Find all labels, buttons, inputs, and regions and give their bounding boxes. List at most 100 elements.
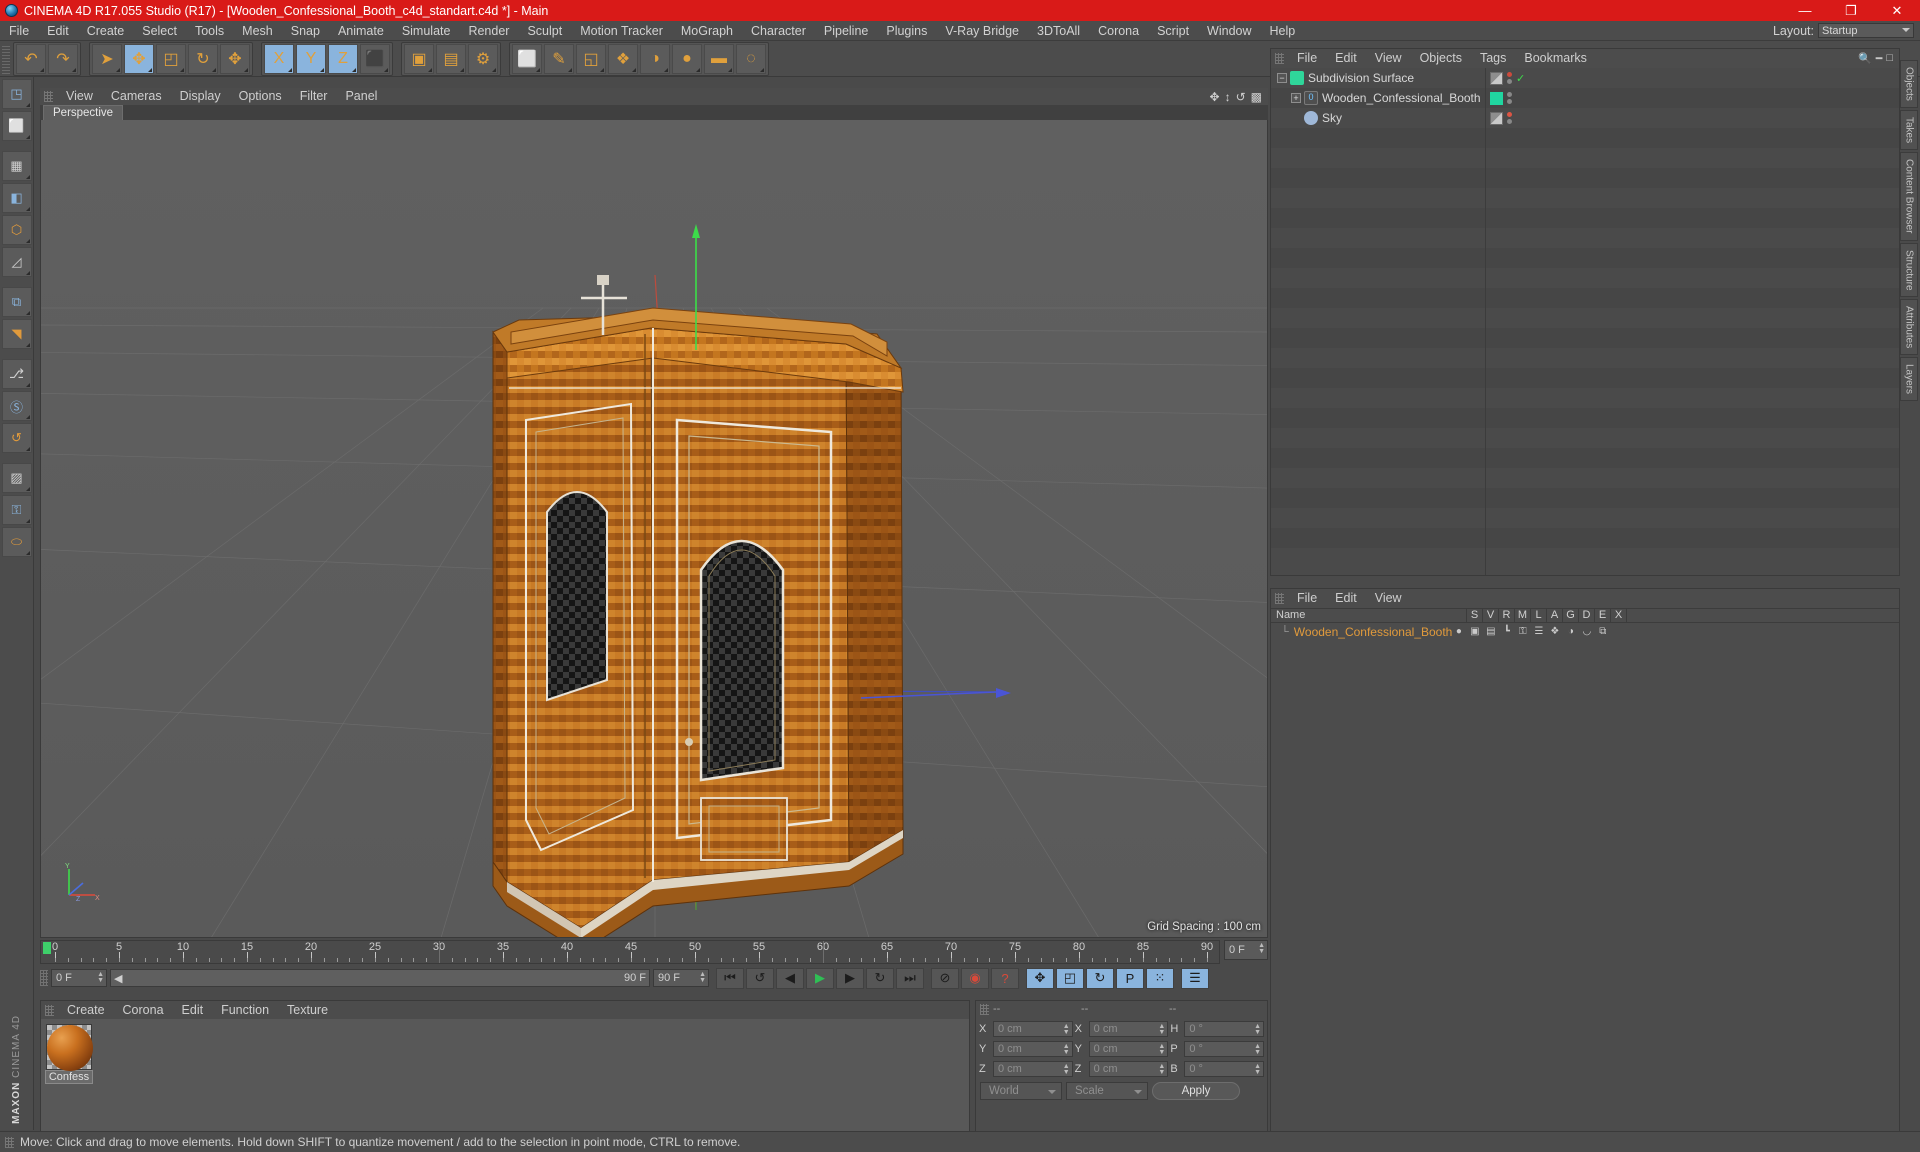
- layout-dropdown[interactable]: Startup: [1818, 23, 1914, 38]
- visibility-render-dot[interactable]: [1507, 119, 1512, 124]
- render-settings-button[interactable]: ⚙: [468, 43, 498, 74]
- edge-tab-layers[interactable]: Layers: [1900, 357, 1918, 402]
- coordinate-system-dropdown[interactable]: World: [980, 1082, 1062, 1100]
- keyframe-selection-button[interactable]: ?: [991, 967, 1019, 989]
- viewport-menu-display[interactable]: Display: [171, 88, 230, 105]
- solo-icon[interactable]: ●: [1452, 625, 1465, 638]
- spinner-icon[interactable]: ▲ ▼: [97, 971, 104, 984]
- animation-icon[interactable]: ☰: [1532, 625, 1545, 638]
- material-list[interactable]: Confess: [41, 1019, 969, 1131]
- visibility-editor-dot[interactable]: [1507, 112, 1512, 117]
- object-axis-mode-button[interactable]: ⧉: [1, 287, 32, 317]
- spinner-icon[interactable]: ▲ ▼: [699, 971, 706, 984]
- layer-menu-file[interactable]: File: [1288, 590, 1326, 607]
- object-menu-objects[interactable]: Objects: [1411, 50, 1471, 67]
- spinner-icon[interactable]: ▲ ▼: [1158, 1063, 1165, 1076]
- menu-item-corona[interactable]: Corona: [1089, 21, 1148, 41]
- spinner-icon[interactable]: ▲ ▼: [1258, 942, 1265, 955]
- spinner-icon[interactable]: ▲ ▼: [1254, 1043, 1261, 1056]
- size-y-field[interactable]: 0 cm ▲ ▼: [1088, 1041, 1169, 1057]
- material-menu-corona[interactable]: Corona: [114, 1002, 173, 1019]
- menu-item-v-ray-bridge[interactable]: V-Ray Bridge: [936, 21, 1028, 41]
- current-frame-marker[interactable]: [43, 942, 51, 954]
- viewport-menu-cameras[interactable]: Cameras: [102, 88, 171, 105]
- rotation-p-field[interactable]: 0 ° ▲ ▼: [1184, 1041, 1265, 1057]
- rotate-tool-button[interactable]: ↻: [188, 43, 218, 74]
- viewport-menu-view[interactable]: View: [57, 88, 102, 105]
- add-camera-button[interactable]: ▬: [704, 43, 734, 74]
- object-menu-view[interactable]: View: [1366, 50, 1411, 67]
- point-mode-button[interactable]: ⬡: [1, 215, 32, 245]
- object-menu-bookmarks[interactable]: Bookmarks: [1515, 50, 1596, 67]
- add-environment-button[interactable]: ●: [672, 43, 702, 74]
- object-menu-file[interactable]: File: [1288, 50, 1326, 67]
- position-y-field[interactable]: 0 cm ▲ ▼: [993, 1041, 1073, 1057]
- minimize-panel-icon[interactable]: ━: [1876, 52, 1883, 65]
- render-icon[interactable]: ▤: [1484, 625, 1497, 638]
- viewport-solo-button[interactable]: ↺: [1, 423, 32, 453]
- timeline-end-field[interactable]: 90 F ▲ ▼: [653, 969, 709, 987]
- visibility-render-dot[interactable]: [1507, 99, 1512, 104]
- layer-menu-edit[interactable]: Edit: [1326, 590, 1366, 607]
- menu-item-character[interactable]: Character: [742, 21, 815, 41]
- add-deformer-button[interactable]: ◑: [640, 43, 670, 74]
- toolbar-grip[interactable]: [2, 43, 10, 74]
- size-mode-dropdown[interactable]: Scale: [1066, 1082, 1148, 1100]
- edge-tab-attributes[interactable]: Attributes: [1900, 299, 1918, 356]
- menu-item-snap[interactable]: Snap: [282, 21, 329, 41]
- lock-y-axis-button[interactable]: Y: [296, 43, 326, 74]
- lock-x-axis-button[interactable]: X: [264, 43, 294, 74]
- enabled-check-icon[interactable]: ✓: [1516, 72, 1525, 85]
- apply-button[interactable]: Apply: [1152, 1082, 1240, 1100]
- object-row[interactable]: +0 Wooden_Confessional_Booth: [1271, 88, 1485, 108]
- layer-column-D[interactable]: D: [1579, 608, 1595, 623]
- viewport-menu-options[interactable]: Options: [230, 88, 291, 105]
- menu-item-script[interactable]: Script: [1148, 21, 1198, 41]
- spinner-icon[interactable]: ▲ ▼: [1063, 1063, 1070, 1076]
- zoom-viewport-icon[interactable]: ↕: [1225, 90, 1231, 104]
- generators-icon[interactable]: ❖: [1548, 625, 1561, 638]
- object-tag-row[interactable]: [1486, 88, 1899, 108]
- render-view-button[interactable]: ▣: [404, 43, 434, 74]
- layer-column-L[interactable]: L: [1531, 608, 1547, 623]
- rotation-b-field[interactable]: 0 ° ▲ ▼: [1184, 1061, 1265, 1077]
- menu-item-sculpt[interactable]: Sculpt: [518, 21, 571, 41]
- object-row[interactable]: − Subdivision Surface: [1271, 68, 1485, 88]
- layer-row[interactable]: └ Wooden_Confessional_Booth ● ▣ ▤ ┗ ⚿ ☰ ❖ ◑ ◡ ⧉: [1271, 623, 1899, 640]
- viewport-menu-panel[interactable]: Panel: [336, 88, 386, 105]
- record-active-objects-button[interactable]: ◉: [961, 967, 989, 989]
- pan-viewport-icon[interactable]: ✥: [1210, 90, 1220, 104]
- tree-expander-icon[interactable]: +: [1291, 93, 1301, 103]
- menu-item-simulate[interactable]: Simulate: [393, 21, 460, 41]
- world-move-button[interactable]: ✥: [220, 43, 250, 74]
- position-x-field[interactable]: 0 cm ▲ ▼: [993, 1021, 1073, 1037]
- render-to-picture-viewer-button[interactable]: ▤: [436, 43, 466, 74]
- visibility-render-dot[interactable]: [1507, 79, 1512, 84]
- manager-icon[interactable]: ┗: [1500, 625, 1513, 638]
- menu-item-pipeline[interactable]: Pipeline: [815, 21, 877, 41]
- timeline-start-field[interactable]: 0 F ▲ ▼: [51, 969, 107, 987]
- layer-column-A[interactable]: A: [1547, 608, 1563, 623]
- material-menu-edit[interactable]: Edit: [173, 1002, 213, 1019]
- enable-axis-button[interactable]: ⎇: [1, 359, 32, 389]
- expressions-icon[interactable]: ◡: [1580, 625, 1593, 638]
- edge-tab-structure[interactable]: Structure: [1900, 242, 1918, 298]
- move-tool-button[interactable]: ✥: [124, 43, 154, 74]
- visibility-dots[interactable]: [1507, 92, 1512, 104]
- object-tag-row[interactable]: ✓: [1486, 68, 1899, 88]
- size-x-field[interactable]: 0 cm ▲ ▼: [1088, 1021, 1169, 1037]
- planar-workplane-button[interactable]: ⬭: [1, 527, 32, 557]
- material-menu-create[interactable]: Create: [58, 1002, 114, 1019]
- viewport-grip[interactable]: [44, 91, 53, 102]
- spinner-icon[interactable]: ▲ ▼: [1158, 1023, 1165, 1036]
- menu-item-window[interactable]: Window: [1198, 21, 1260, 41]
- position-z-field[interactable]: 0 cm ▲ ▼: [993, 1061, 1073, 1077]
- menu-item-plugins[interactable]: Plugins: [877, 21, 936, 41]
- visibility-dots[interactable]: [1507, 72, 1512, 84]
- timeline-grip[interactable]: [40, 970, 48, 986]
- spinner-icon[interactable]: ▲ ▼: [1063, 1023, 1070, 1036]
- xpresso-icon[interactable]: ⧉: [1596, 625, 1609, 638]
- spinner-icon[interactable]: ▲ ▼: [1254, 1023, 1261, 1036]
- scale-key-button[interactable]: ◰: [1056, 967, 1084, 989]
- menu-item-file[interactable]: File: [0, 21, 38, 41]
